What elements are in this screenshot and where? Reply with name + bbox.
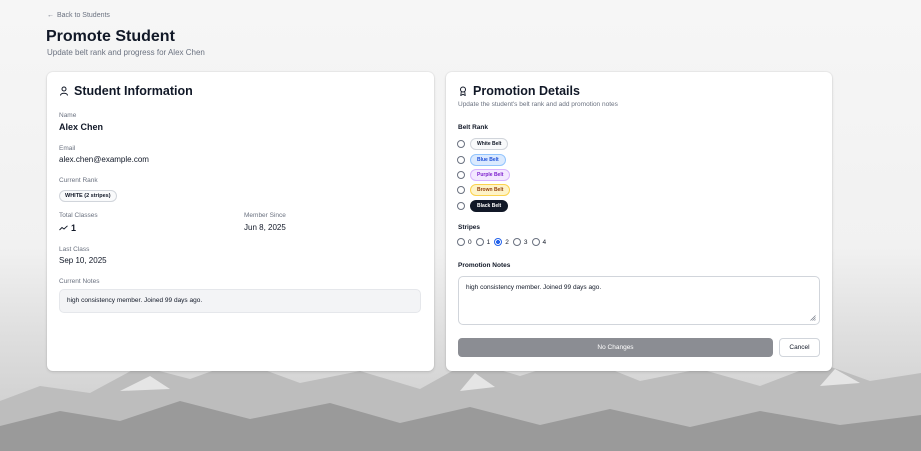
promotion-details-description: Update the student's belt rank and add p… [458,101,618,108]
belt-option-purple[interactable]: Purple Belt [457,169,511,181]
member-since-value: Jun 8, 2025 [244,223,286,232]
stripe-radio-0[interactable] [457,238,465,246]
stripe-radio-1[interactable] [475,238,484,246]
promotion-notes-label: Promotion Notes [458,262,511,269]
member-since-label: Member Since [244,212,286,219]
stripe-radio-4[interactable] [531,238,540,246]
student-info-title: Student Information [74,84,193,98]
belt-option-brown[interactable]: Brown Belt [457,184,511,196]
resize-handle-icon[interactable] [810,315,816,321]
stripe-radio-3[interactable] [512,238,521,246]
stripe-option-4[interactable]: 4 [531,238,547,246]
student-email: alex.chen@example.com [59,155,149,164]
stripe-label-0: 0 [468,238,472,246]
purple-belt-badge: Purple Belt [470,169,511,181]
name-label: Name [59,112,77,119]
stripes-label: Stripes [458,224,481,231]
cancel-button[interactable]: Cancel [779,338,820,357]
back-link-label: Back to Students [57,12,110,19]
stripe-label-1: 1 [486,238,491,246]
belt-option-black[interactable]: Black Belt [457,200,509,212]
promotion-details-heading: Promotion Details [458,84,580,98]
last-class-label: Last Class [59,246,90,253]
promotion-notes-text: high consistency member. Joined 99 days … [466,284,602,291]
student-information-card: Student Information Name Alex Chen Email… [47,72,434,371]
stripe-option-3[interactable]: 3 [512,238,528,246]
total-classes-value: 1 [59,223,76,233]
belt-rank-label: Belt Rank [458,124,488,131]
current-rank-label: Current Rank [59,177,98,184]
stripe-radio-2[interactable] [494,238,503,246]
belt-radio-purple[interactable] [457,171,465,179]
belt-radio-black[interactable] [457,202,465,210]
stripe-option-1[interactable]: 1 [475,238,491,246]
brown-belt-badge: Brown Belt [470,184,511,196]
stripe-option-0[interactable]: 0 [457,238,472,246]
award-icon [460,86,466,96]
white-belt-badge: White Belt [470,138,509,150]
black-belt-badge: Black Belt [470,200,509,212]
trending-up-icon [59,225,68,231]
email-label: Email [59,145,76,152]
page-title: Promote Student [46,28,175,45]
belt-radio-white[interactable] [457,140,465,148]
current-notes-label: Current Notes [59,278,100,285]
belt-radio-brown[interactable] [457,186,465,194]
user-icon [60,86,68,96]
total-classes-label: Total Classes [59,212,98,219]
belt-option-blue[interactable]: Blue Belt [457,154,506,166]
stripe-label-3: 3 [523,238,528,246]
belt-option-white[interactable]: White Belt [457,138,509,150]
promotion-details-card: Promotion Details Update the student's b… [446,72,832,371]
stripe-option-2[interactable]: 2 [494,238,509,246]
arrow-left-icon: ← [47,12,54,19]
blue-belt-badge: Blue Belt [470,154,506,166]
current-rank-badge: WHITE (2 stripes) [59,190,117,202]
belt-radio-blue[interactable] [457,156,465,164]
last-class-value: Sep 10, 2025 [59,256,107,265]
student-info-heading: Student Information [59,84,193,98]
current-notes-box: high consistency member. Joined 99 days … [59,289,421,313]
promotion-details-title: Promotion Details [473,84,580,98]
stripes-radio-group: 0 1 2 3 4 [457,238,547,246]
back-to-students-link[interactable]: ← Back to Students [47,12,110,19]
promotion-notes-textarea[interactable]: high consistency member. Joined 99 days … [458,276,820,325]
no-changes-button[interactable]: No Changes [458,338,773,357]
total-classes-number: 1 [71,223,77,233]
page-subtitle: Update belt rank and progress for Alex C… [47,48,205,57]
student-name: Alex Chen [59,122,104,132]
stripe-label-4: 4 [542,238,547,246]
stripe-label-2: 2 [505,238,509,246]
